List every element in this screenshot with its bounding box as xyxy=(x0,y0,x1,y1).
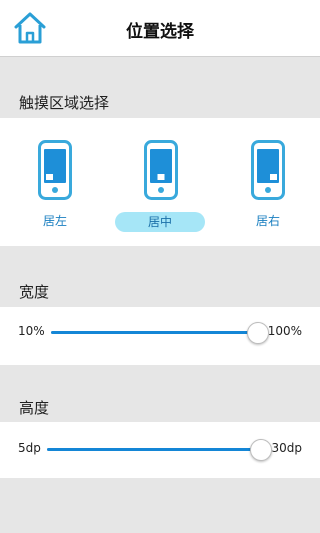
option-center[interactable]: 居中 xyxy=(115,140,220,250)
width-slider[interactable]: 10% 100% xyxy=(0,317,320,347)
option-center-label: 居中 xyxy=(115,212,205,232)
width-section-label: 宽度 xyxy=(19,283,50,301)
height-slider-thumb[interactable] xyxy=(250,439,272,461)
width-slider-fill xyxy=(51,331,258,334)
height-min-label: 5dp xyxy=(18,441,41,455)
phone-icon xyxy=(251,140,285,200)
option-right-label: 居右 xyxy=(255,214,280,228)
title-bar: 位置选择 xyxy=(0,0,320,57)
height-section-label: 高度 xyxy=(19,399,50,417)
phone-icon xyxy=(38,140,72,200)
height-slider[interactable]: 5dp 30dp xyxy=(0,434,320,464)
width-slider-thumb[interactable] xyxy=(247,322,269,344)
option-left-label: 居左 xyxy=(42,214,67,228)
option-right[interactable]: 居右 xyxy=(237,140,297,250)
width-max-label: 100% xyxy=(267,324,302,338)
height-max-label: 30dp xyxy=(271,441,302,455)
page-title: 位置选择 xyxy=(126,22,194,42)
touch-area-section-label: 触摸区域选择 xyxy=(19,94,110,112)
height-slider-fill xyxy=(47,448,261,451)
height-slider-track[interactable] xyxy=(47,439,272,461)
option-left[interactable]: 居左 xyxy=(24,140,84,250)
width-min-label: 10% xyxy=(18,324,45,338)
width-slider-track[interactable] xyxy=(51,322,269,344)
phone-icon xyxy=(144,140,178,200)
